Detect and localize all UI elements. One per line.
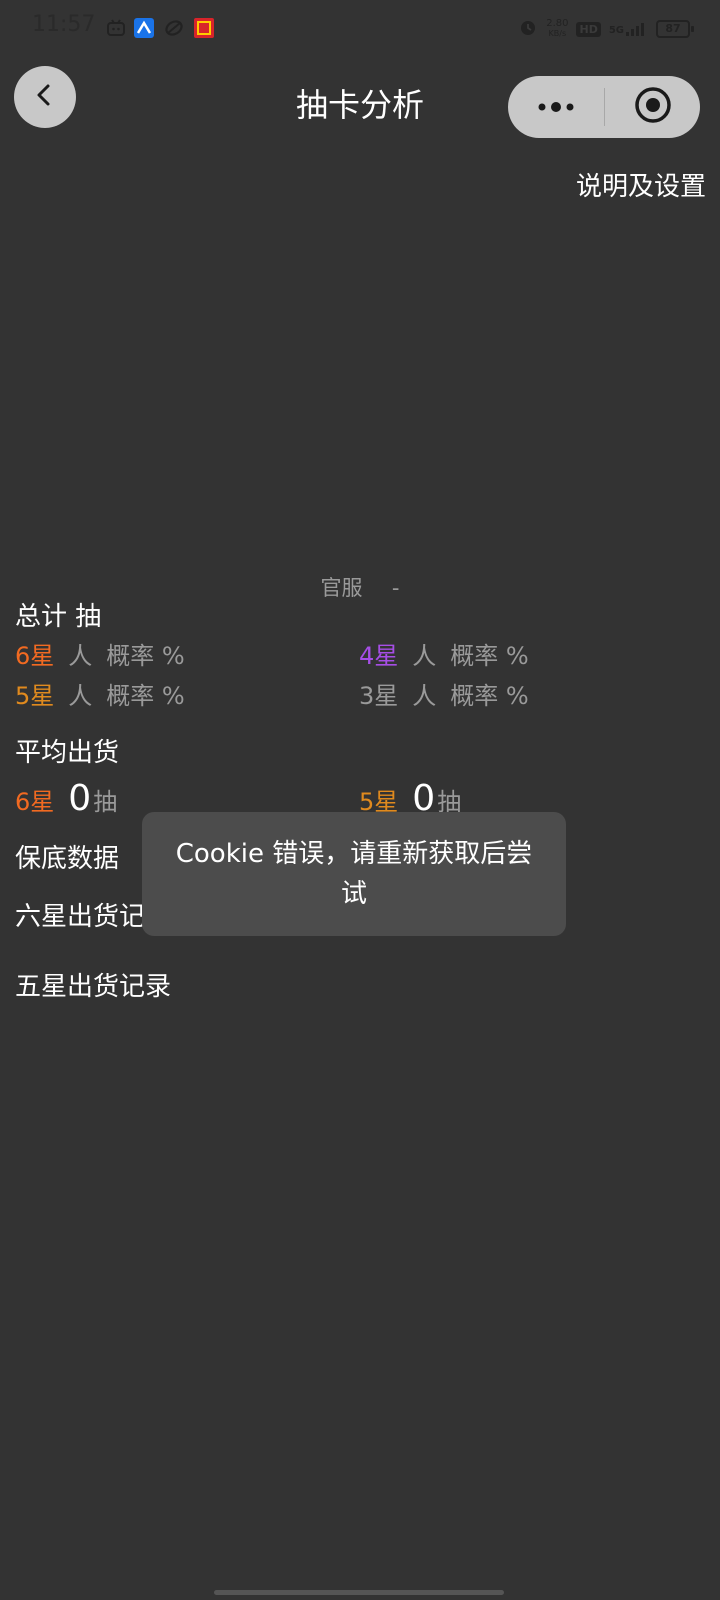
settings-link[interactable]: 说明及设置 bbox=[576, 166, 706, 203]
average-six-star-label: 6星 bbox=[15, 788, 55, 816]
home-indicator[interactable] bbox=[214, 1590, 504, 1595]
error-toast: Cookie 错误，请重新获取后尝试 bbox=[142, 812, 566, 936]
server-label: 官服 bbox=[320, 576, 363, 600]
star-label-6: 6星 bbox=[15, 642, 55, 670]
miniprogram-capsule bbox=[508, 76, 700, 138]
star-row-5: 5星人概率 % bbox=[15, 676, 199, 711]
rate-label-6: 概率 % bbox=[106, 642, 185, 670]
status-icons: 2.80 KB/s HD 5G 87 bbox=[518, 14, 694, 44]
average-title: 平均出货 bbox=[15, 738, 120, 768]
server-line: 官服 - bbox=[0, 572, 720, 602]
people-label-3: 人 bbox=[412, 682, 437, 710]
average-six-star-value: 0 bbox=[68, 778, 92, 819]
star-row-4: 4星人概率 % bbox=[359, 636, 543, 671]
more-button[interactable] bbox=[508, 76, 604, 138]
star-row-6: 6星人概率 % bbox=[15, 636, 199, 671]
status-time: 11:57 bbox=[32, 12, 96, 37]
bilibili-icon bbox=[106, 18, 126, 38]
hd-badge: HD bbox=[576, 21, 601, 37]
average-six-star: 6星 0 抽 bbox=[15, 778, 131, 819]
average-six-star-unit: 抽 bbox=[93, 788, 118, 816]
network-type-label: 5G bbox=[608, 25, 624, 36]
app-blue-icon bbox=[134, 18, 154, 38]
rate-label-5: 概率 % bbox=[106, 682, 185, 710]
star-row-3: 3星人概率 % bbox=[359, 676, 543, 711]
people-label-6: 人 bbox=[68, 642, 93, 670]
five-star-records-section[interactable]: 五星出货记录 bbox=[15, 966, 171, 1003]
star-label-3: 3星 bbox=[359, 682, 399, 710]
battery-icon: 87 bbox=[656, 20, 694, 38]
app-swirl-icon bbox=[164, 18, 184, 38]
star-label-4: 4星 bbox=[359, 642, 399, 670]
rate-label-3: 概率 % bbox=[450, 682, 529, 710]
net-speed: 2.80 KB/s bbox=[546, 19, 568, 39]
server-value: - bbox=[391, 576, 400, 600]
rate-label-4: 概率 % bbox=[450, 642, 529, 670]
signal-icon: 5G bbox=[609, 22, 648, 36]
total-pulls-label: 总计 抽 bbox=[15, 602, 102, 632]
target-circle-icon bbox=[634, 86, 672, 128]
people-label-4: 人 bbox=[412, 642, 437, 670]
pity-data-section[interactable]: 保底数据 bbox=[15, 838, 119, 875]
net-speed-unit: KB/s bbox=[548, 29, 567, 38]
people-label-5: 人 bbox=[68, 682, 93, 710]
six-star-records-section[interactable]: 六星出货记 bbox=[15, 896, 145, 933]
star-label-5: 5星 bbox=[15, 682, 55, 710]
net-speed-value: 2.80 bbox=[546, 18, 569, 29]
more-dots-icon bbox=[536, 98, 576, 117]
taobao-icon bbox=[194, 18, 214, 38]
alarm-icon bbox=[518, 17, 538, 41]
toast-message: Cookie 错误，请重新获取后尝试 bbox=[175, 839, 533, 909]
close-miniprogram-button[interactable] bbox=[605, 76, 700, 138]
